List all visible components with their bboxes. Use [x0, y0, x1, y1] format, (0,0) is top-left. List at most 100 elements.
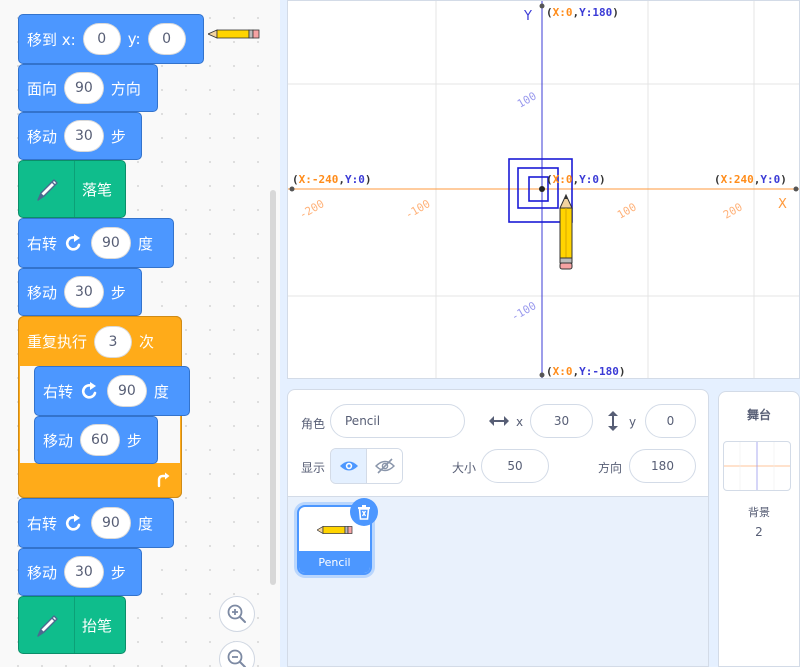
sprite-name-label: 角色	[301, 417, 326, 431]
point-label: 面向	[27, 79, 58, 98]
size-value: 50	[507, 459, 523, 473]
y-position-input[interactable]: 0	[645, 404, 696, 438]
turn-degrees-input[interactable]: 90	[107, 375, 147, 407]
zoom-out-button[interactable]	[219, 641, 255, 667]
move-steps-input[interactable]: 30	[64, 120, 104, 152]
eye-slash-icon	[374, 458, 395, 474]
repeat-suffix: 次	[139, 333, 155, 351]
turn-suffix: 度	[153, 382, 169, 401]
move-label: 移动	[27, 127, 58, 146]
coord-label-right: (X:240,Y:0)	[714, 173, 787, 186]
point-direction-block[interactable]: 面向 90 方向	[18, 64, 158, 112]
repeat-arrow-icon	[157, 472, 170, 488]
goto-block[interactable]: 移到 x: 0 y: 0	[18, 14, 204, 64]
move-block[interactable]: 移动 30 步	[18, 112, 142, 160]
stage-selector[interactable]: 舞台 背景 2	[718, 391, 800, 667]
origin-dot	[539, 186, 545, 192]
turn-suffix: 度	[137, 234, 153, 253]
x-axis-name: X	[778, 197, 787, 212]
stage-thumbnail[interactable]	[723, 441, 791, 491]
direction-value: 180	[651, 459, 674, 473]
y-axis-end-dot	[539, 372, 545, 378]
coord-label-left: (X:-240,Y:0)	[292, 173, 372, 186]
direction-field[interactable]: 180	[629, 449, 696, 483]
turn-right-block[interactable]: 右转 90 度	[18, 218, 174, 268]
turn-label: 右转	[27, 234, 58, 253]
show-sprite-button[interactable]	[331, 449, 367, 483]
pen-up-block[interactable]: 抬笔	[18, 596, 126, 654]
script-area[interactable]: 重复执行 3 次 移到 x: 0 y: 0 面向 90 方向 移动 30 步 落…	[0, 0, 280, 667]
tick-labels: -200 -100 100 200 100 -100	[297, 89, 745, 323]
goto-label: 移到 x:	[27, 30, 76, 49]
tick-x--200: -200	[297, 197, 326, 222]
x-position-input[interactable]: 30	[530, 404, 593, 438]
sprite-tile-name: Pencil	[299, 551, 370, 573]
move-label: 移动	[43, 431, 74, 450]
stage-selector-title: 舞台	[746, 408, 771, 422]
repeat-count-input[interactable]: 3	[94, 325, 133, 358]
pencil-thumbnail	[317, 525, 353, 535]
move-label: 移动	[27, 283, 58, 302]
pen-down-block[interactable]: 落笔	[18, 160, 126, 218]
turn-label: 右转	[27, 514, 58, 533]
move-suffix: 步	[110, 563, 126, 582]
show-label: 显示	[301, 461, 326, 475]
goto-x-input[interactable]: 0	[82, 23, 121, 55]
tick-x-200: 200	[721, 200, 745, 221]
coord-label-center: (X:0,Y:0)	[546, 173, 606, 186]
visibility-toggle	[330, 448, 403, 484]
zoom-in-icon	[227, 604, 246, 623]
move-steps-input[interactable]: 60	[80, 424, 120, 456]
rotate-right-icon	[65, 234, 81, 251]
direction-input[interactable]: 90	[64, 72, 104, 104]
y-label: y	[629, 415, 637, 429]
pen-down-label: 落笔	[82, 180, 113, 199]
turn-right-block[interactable]: 右转 90 度	[18, 498, 174, 548]
move-suffix: 步	[110, 283, 126, 302]
x-label: x	[516, 415, 524, 429]
backdrops-count: 2	[755, 525, 763, 539]
y-axis-name: Y	[523, 9, 532, 24]
zoom-in-button[interactable]	[219, 596, 255, 632]
turn-label: 右转	[43, 382, 74, 401]
turn-degrees-input[interactable]: 90	[91, 507, 131, 539]
repeat-block-footer[interactable]	[18, 463, 182, 498]
trash-icon	[358, 505, 370, 520]
pen-extension-icon	[19, 161, 75, 217]
turn-suffix: 度	[137, 514, 153, 533]
size-input[interactable]: 50	[481, 449, 549, 483]
tick-x-100: 100	[615, 200, 639, 221]
turn-degrees-input[interactable]: 90	[91, 227, 131, 259]
sprite-name-input[interactable]: Pencil	[330, 404, 465, 438]
move-label: 移动	[27, 563, 58, 582]
sprite-name-value: Pencil	[345, 414, 381, 428]
repeat-block-header[interactable]: 重复执行 3 次	[18, 316, 182, 366]
coord-label-bottom: (X:0,Y:-180)	[546, 365, 626, 378]
stage-graphics: Y X (X:0,Y:180) (X:0,Y:-180) (X:-240,Y:0…	[288, 1, 799, 378]
move-steps-input[interactable]: 30	[64, 276, 104, 308]
script-scrollbar[interactable]	[270, 190, 276, 585]
move-block[interactable]: 移动 60 步	[34, 416, 158, 464]
turn-right-block[interactable]: 右转 90 度	[34, 366, 190, 416]
backdrops-label: 背景	[748, 506, 770, 519]
move-suffix: 步	[126, 431, 142, 450]
repeat-label: 重复执行	[27, 333, 88, 351]
delete-sprite-button[interactable]	[350, 498, 378, 526]
rotate-right-icon	[81, 382, 97, 399]
pen-up-label: 抬笔	[82, 616, 113, 635]
stage-canvas[interactable]: Y X (X:0,Y:180) (X:0,Y:-180) (X:-240,Y:0…	[287, 0, 800, 379]
move-suffix: 步	[110, 127, 126, 146]
rotate-right-icon	[65, 514, 81, 531]
tick-y-100: 100	[515, 89, 539, 110]
pencil-sprite[interactable]	[559, 193, 573, 270]
move-block[interactable]: 移动 30 步	[18, 268, 142, 316]
horizontal-arrows-icon	[489, 416, 509, 426]
eye-icon	[339, 461, 358, 471]
stage-thumbnail-graphic	[724, 442, 790, 490]
vertical-arrows-icon	[608, 411, 618, 431]
move-block[interactable]: 移动 30 步	[18, 548, 142, 596]
move-steps-input[interactable]: 30	[64, 556, 104, 588]
goto-y-input[interactable]: 0	[147, 23, 186, 55]
size-label: 大小	[452, 461, 477, 475]
hide-sprite-button[interactable]	[367, 449, 402, 483]
